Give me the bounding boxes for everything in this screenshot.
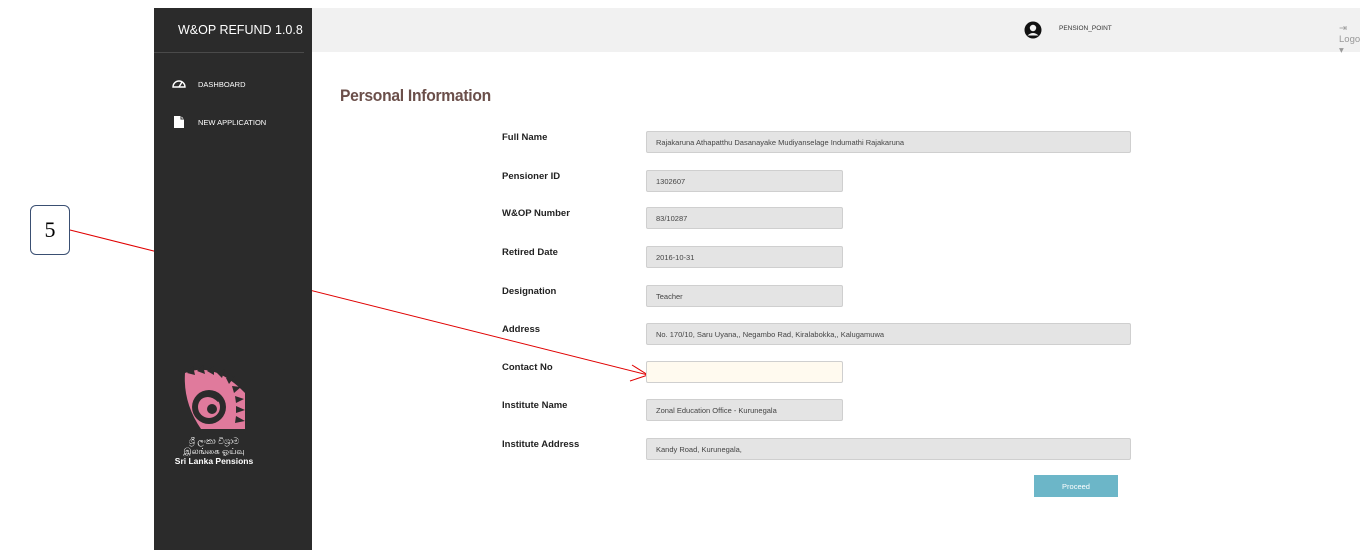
app-window: W&OP REFUND 1.0.8 DASHBOARD NEW APPLICAT… [154, 8, 1360, 550]
contact-no-label: Contact No [502, 362, 553, 373]
sidebar-nav: DASHBOARD NEW APPLICATION [154, 77, 312, 153]
pensioner-id-field[interactable]: 1302607 [646, 170, 843, 192]
logo-tamil-text: இலங்கை ஓய்வு [183, 446, 245, 456]
sidebar-item-dashboard[interactable]: DASHBOARD [154, 77, 312, 115]
wop-number-label: W&OP Number [502, 208, 570, 219]
logout-button[interactable]: ⇥ Logout ▾ [1339, 23, 1360, 56]
sidebar-item-new-application[interactable]: NEW APPLICATION [154, 115, 312, 153]
dashboard-icon [172, 80, 186, 88]
designation-label: Designation [502, 286, 557, 297]
institute-name-field[interactable]: Zonal Education Office - Kurunegala [646, 399, 843, 421]
retired-date-field[interactable]: 2016-10-31 [646, 246, 843, 268]
logo-sinhala-text: ශ්‍රී ලංකා විශ්‍රාම [188, 436, 240, 446]
full-name-field[interactable]: Rajakaruna Athapatthu Dasanayake Mudiyan… [646, 131, 1131, 153]
address-label: Address [502, 324, 541, 335]
address-field[interactable]: No. 170/10, Saru Uyana,, Negambo Rad, Ki… [646, 323, 1131, 345]
annotation-callout: 5 [30, 205, 70, 255]
contact-no-input[interactable] [646, 361, 843, 383]
sidebar-item-label: NEW APPLICATION [198, 118, 267, 127]
sidebar: W&OP REFUND 1.0.8 DASHBOARD NEW APPLICAT… [154, 8, 312, 550]
top-bar: PENSION_POINT ⇥ Logout ▾ [312, 8, 1360, 56]
pensioner-id-label: Pensioner ID [502, 171, 561, 182]
institute-address-label: Institute Address [502, 439, 580, 450]
designation-field[interactable]: Teacher [646, 285, 843, 307]
full-name-label: Full Name [502, 132, 548, 143]
app-brand-title[interactable]: W&OP REFUND 1.0.8 [154, 8, 304, 53]
logout-icon: ⇥ [1339, 23, 1347, 34]
sidebar-item-label: DASHBOARD [198, 80, 246, 89]
sri-lanka-pensions-logo: ශ්‍රී ලංකා විශ්‍රාම இலங்கை ஓய்வு Sri Lan… [164, 363, 264, 467]
user-avatar-icon[interactable] [1024, 21, 1042, 39]
institute-address-field[interactable]: Kandy Road, Kurunegala, [646, 438, 1131, 460]
logo-english-text: Sri Lanka Pensions [174, 456, 254, 466]
retired-date-label: Retired Date [502, 247, 558, 258]
page-title: Personal Information [340, 86, 491, 105]
wop-number-field[interactable]: 83/10287 [646, 207, 843, 229]
institute-name-label: Institute Name [502, 400, 568, 411]
logout-label: Logout ▾ [1339, 34, 1360, 56]
proceed-button[interactable]: Proceed [1034, 475, 1118, 497]
document-icon [174, 116, 184, 128]
pensions-emblem-icon [184, 365, 245, 429]
user-name[interactable]: PENSION_POINT [1059, 25, 1112, 32]
